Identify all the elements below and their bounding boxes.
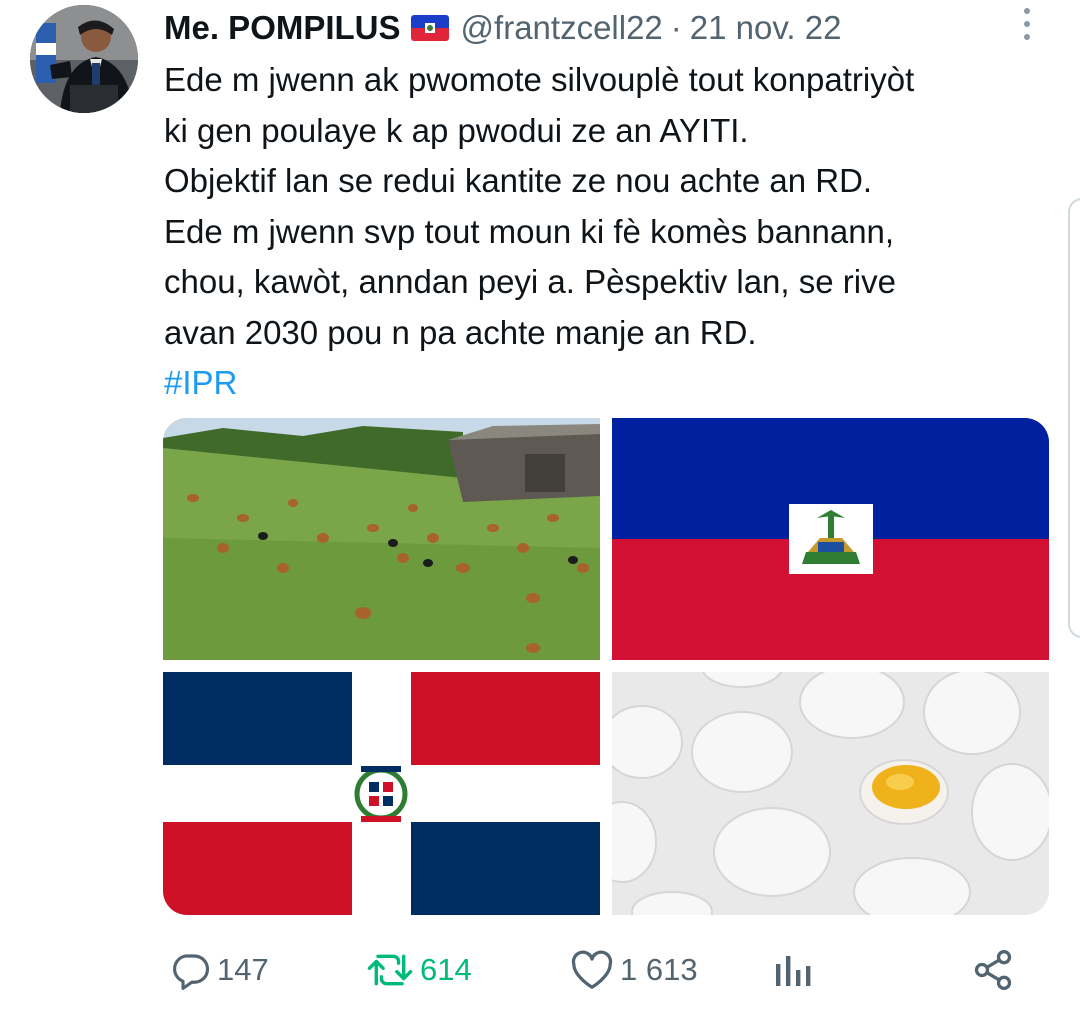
hashtag-link[interactable]: #IPR <box>164 358 1064 409</box>
like-count: 1 613 <box>620 952 698 987</box>
retweet-count: 614 <box>420 952 472 987</box>
tweet-line: Ede m jwenn svp tout moun ki fè komès ba… <box>164 212 895 250</box>
reply-count: 147 <box>217 952 269 987</box>
like-button[interactable]: 1 613 <box>570 940 698 1000</box>
author-handle[interactable]: @frantzcell22 <box>461 9 663 47</box>
dominican-republic-flag-image[interactable] <box>163 672 600 915</box>
share-icon <box>974 950 1012 990</box>
reply-button[interactable]: 147 <box>169 940 269 1000</box>
tweet-line: avan 2030 pou n pa achte manje an RD. <box>164 313 757 351</box>
avatar[interactable] <box>30 5 138 113</box>
reply-icon <box>173 954 210 990</box>
retweet-icon <box>367 954 413 986</box>
share-button[interactable] <box>971 940 1015 1000</box>
haiti-flag-emoji <box>410 15 449 41</box>
more-icon[interactable] <box>1015 4 1039 44</box>
views-icon <box>776 956 811 986</box>
tweet-line: Objektif lan se redui kantite ze nou ach… <box>164 162 873 199</box>
tweet-line: ki gen poulaye k ap pwodui ze an AYITI. <box>164 111 749 149</box>
retweet-button[interactable]: 614 <box>366 940 472 1000</box>
chicken-farm-photo[interactable] <box>163 418 600 660</box>
avatar-image <box>30 5 138 113</box>
adjacent-card-edge <box>1068 198 1080 638</box>
like-icon <box>571 950 613 989</box>
eggs-photo[interactable] <box>612 672 1049 915</box>
media-grid <box>163 418 1049 915</box>
haiti-flag-image[interactable] <box>612 418 1049 660</box>
tweet-action-bar: 147 614 1 613 <box>0 940 1080 1000</box>
views-button[interactable] <box>772 940 812 1000</box>
author-name[interactable]: Me. POMPILUS <box>164 9 401 47</box>
tweet-text: Ede m jwenn ak pwomote silvouplè tout ko… <box>164 55 1064 409</box>
tweet-date[interactable]: 21 nov. 22 <box>690 9 842 47</box>
tweet-header: Me. POMPILUS @frantzcell22 · 21 nov. 22 <box>164 6 841 50</box>
tweet-line: chou, kawòt, anndan peyi a. Pèspektiv la… <box>164 263 896 300</box>
tweet-line: Ede m jwenn ak pwomote silvouplè tout ko… <box>164 61 915 98</box>
meta-separator: · <box>670 9 682 46</box>
